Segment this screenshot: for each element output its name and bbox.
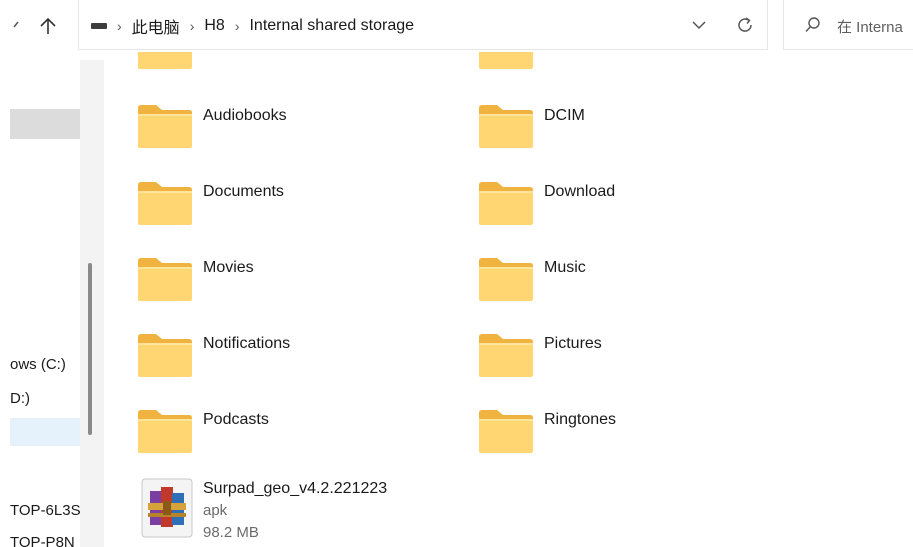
title-bar: › 此电脑 › H8 › Internal shared storage 在 I… xyxy=(0,0,913,52)
folder-label: Music xyxy=(544,259,586,276)
breadcrumb-separator[interactable]: › xyxy=(235,18,240,34)
sidebar-item-h8[interactable] xyxy=(10,418,80,446)
file-item-apk[interactable]: Surpad_geo_v4.2.221223 apk 98.2 MB xyxy=(139,477,439,547)
folder-icon xyxy=(477,103,535,149)
folder-icon xyxy=(136,408,194,454)
sidebar-scrollbar-thumb[interactable] xyxy=(88,263,92,435)
file-size: 98.2 MB xyxy=(203,524,259,541)
sidebar-item-network-pc-2[interactable]: TOP-P8N xyxy=(10,534,75,547)
folder-icon xyxy=(477,52,535,70)
folder-label: Audiobooks xyxy=(203,107,287,124)
up-button[interactable] xyxy=(34,12,62,40)
search-icon xyxy=(805,17,820,32)
folder-icon xyxy=(136,103,194,149)
address-bar[interactable]: › 此电脑 › H8 › Internal shared storage xyxy=(78,0,768,50)
refresh-button[interactable] xyxy=(733,13,757,37)
refresh-icon xyxy=(738,17,752,32)
folder-label: Podcasts xyxy=(203,411,269,428)
breadcrumb-internal-storage[interactable]: Internal shared storage xyxy=(249,17,414,35)
folder-label: DCIM xyxy=(544,107,585,124)
folder-label: Pictures xyxy=(544,335,602,352)
drive-icon[interactable] xyxy=(91,23,107,29)
folder-icon xyxy=(136,256,194,302)
breadcrumb-h8[interactable]: H8 xyxy=(204,17,224,35)
search-placeholder: 在 Interna xyxy=(837,19,903,36)
search-input[interactable]: 在 Interna xyxy=(783,0,913,50)
breadcrumb-separator[interactable]: › xyxy=(117,18,122,34)
folder-label: Download xyxy=(544,183,616,200)
chevron-icon xyxy=(13,21,19,28)
archive-icon xyxy=(141,478,193,538)
file-name: Surpad_geo_v4.2.221223 xyxy=(203,480,388,497)
folder-label: Notifications xyxy=(203,335,291,352)
chevron-down-icon xyxy=(692,21,706,30)
breadcrumb: › 此电脑 › H8 › Internal shared storage xyxy=(91,14,414,38)
folder-icon xyxy=(136,52,194,70)
navigation-pane: ows (C:) D:) TOP-6L3S TOP-P8N xyxy=(0,52,80,547)
folder-label: Ringtones xyxy=(544,411,617,428)
folder-label: Movies xyxy=(203,259,254,276)
file-list: Audiobooks DCIM Documents Download Movie… xyxy=(104,52,913,547)
folder-icon xyxy=(477,180,535,226)
sidebar-item-drive-c[interactable]: ows (C:) xyxy=(10,356,66,373)
back-button[interactable] xyxy=(2,12,30,40)
sidebar-item-drive-d[interactable]: D:) xyxy=(10,390,30,407)
history-dropdown-button[interactable] xyxy=(687,13,711,37)
breadcrumb-this-pc[interactable]: 此电脑 xyxy=(132,14,180,38)
sidebar-item-selected[interactable] xyxy=(10,109,80,139)
arrow-up-icon xyxy=(40,17,56,34)
sidebar-item-network-pc-1[interactable]: TOP-6L3S xyxy=(10,502,80,519)
folder-icon xyxy=(136,180,194,226)
file-type: apk xyxy=(203,502,228,519)
folder-icon xyxy=(477,408,535,454)
sidebar-scrollbar[interactable] xyxy=(80,60,104,547)
folder-icon xyxy=(477,332,535,378)
breadcrumb-separator[interactable]: › xyxy=(190,18,195,34)
folder-icon xyxy=(477,256,535,302)
folder-label: Documents xyxy=(203,183,284,200)
folder-icon xyxy=(136,332,194,378)
